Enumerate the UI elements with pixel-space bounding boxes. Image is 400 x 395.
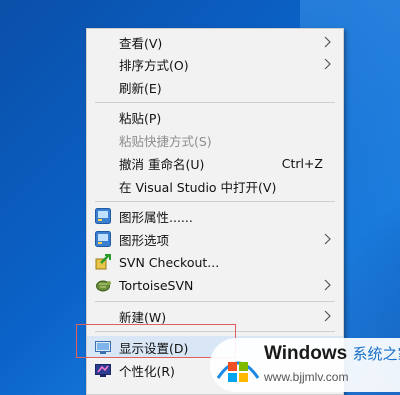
menu-item-label: 新建(W)	[119, 309, 167, 325]
menu-item-view[interactable]: 查看(V)	[87, 31, 343, 53]
menu-item-undo-rename[interactable]: 撤消 重命名(U) Ctrl+Z	[87, 152, 343, 174]
svn-checkout-icon	[95, 254, 111, 270]
menu-item-label: 撤消 重命名(U)	[119, 156, 205, 172]
watermark-url: www.bjjmlv.com	[264, 370, 349, 384]
menu-item-label: SVN Checkout...	[119, 254, 220, 270]
menu-separator	[95, 301, 335, 302]
watermark-windows-text: Windows	[264, 343, 348, 364]
menu-item-open-in-visual-studio[interactable]: 在 Visual Studio 中打开(V)	[87, 175, 343, 197]
chevron-right-icon	[324, 58, 331, 70]
menu-item-refresh[interactable]: 刷新(E)	[87, 76, 343, 98]
chevron-right-icon	[324, 233, 331, 245]
menu-separator	[95, 201, 335, 202]
menu-item-graphics-options[interactable]: 图形选项	[87, 228, 343, 250]
menu-item-label: 个性化(R)	[119, 363, 175, 379]
menu-item-sort[interactable]: 排序方式(O)	[87, 53, 343, 75]
windows-logo-icon	[216, 361, 260, 382]
menu-item-graphics-properties[interactable]: 图形属性......	[87, 205, 343, 227]
menu-item-label: 排序方式(O)	[119, 57, 189, 73]
menu-item-label: 粘贴(P)	[119, 110, 162, 126]
menu-item-paste-shortcut: 粘贴快捷方式(S)	[87, 129, 343, 151]
shortcut-text: Ctrl+Z	[281, 155, 323, 171]
personalize-icon	[95, 364, 111, 377]
menu-item-label: 图形选项	[119, 232, 170, 248]
chevron-right-icon	[324, 36, 331, 48]
menu-item-label: TortoiseSVN	[119, 277, 194, 293]
menu-item-svn-checkout[interactable]: SVN Checkout...	[87, 251, 343, 273]
menu-item-label: 在 Visual Studio 中打开(V)	[119, 179, 277, 195]
watermark-suffix-text: 系统之家	[352, 346, 400, 363]
chevron-right-icon	[324, 310, 331, 322]
watermark-title: Windows 系统之家	[264, 343, 400, 365]
graphics-options-icon	[95, 231, 111, 247]
menu-item-paste[interactable]: 粘贴(P)	[87, 106, 343, 128]
menu-item-label: 刷新(E)	[119, 80, 162, 96]
menu-item-label: 粘贴快捷方式(S)	[119, 133, 212, 149]
tortoisesvn-icon	[96, 280, 111, 292]
chevron-right-icon	[324, 279, 331, 291]
watermark: Windows 系统之家 www.bjjmlv.com	[210, 338, 400, 392]
menu-item-label: 图形属性......	[119, 209, 193, 225]
menu-item-label: 查看(V)	[119, 35, 163, 51]
menu-item-tortoisesvn[interactable]: TortoiseSVN	[87, 274, 343, 296]
menu-separator	[95, 102, 335, 103]
graphics-properties-icon	[95, 208, 111, 224]
